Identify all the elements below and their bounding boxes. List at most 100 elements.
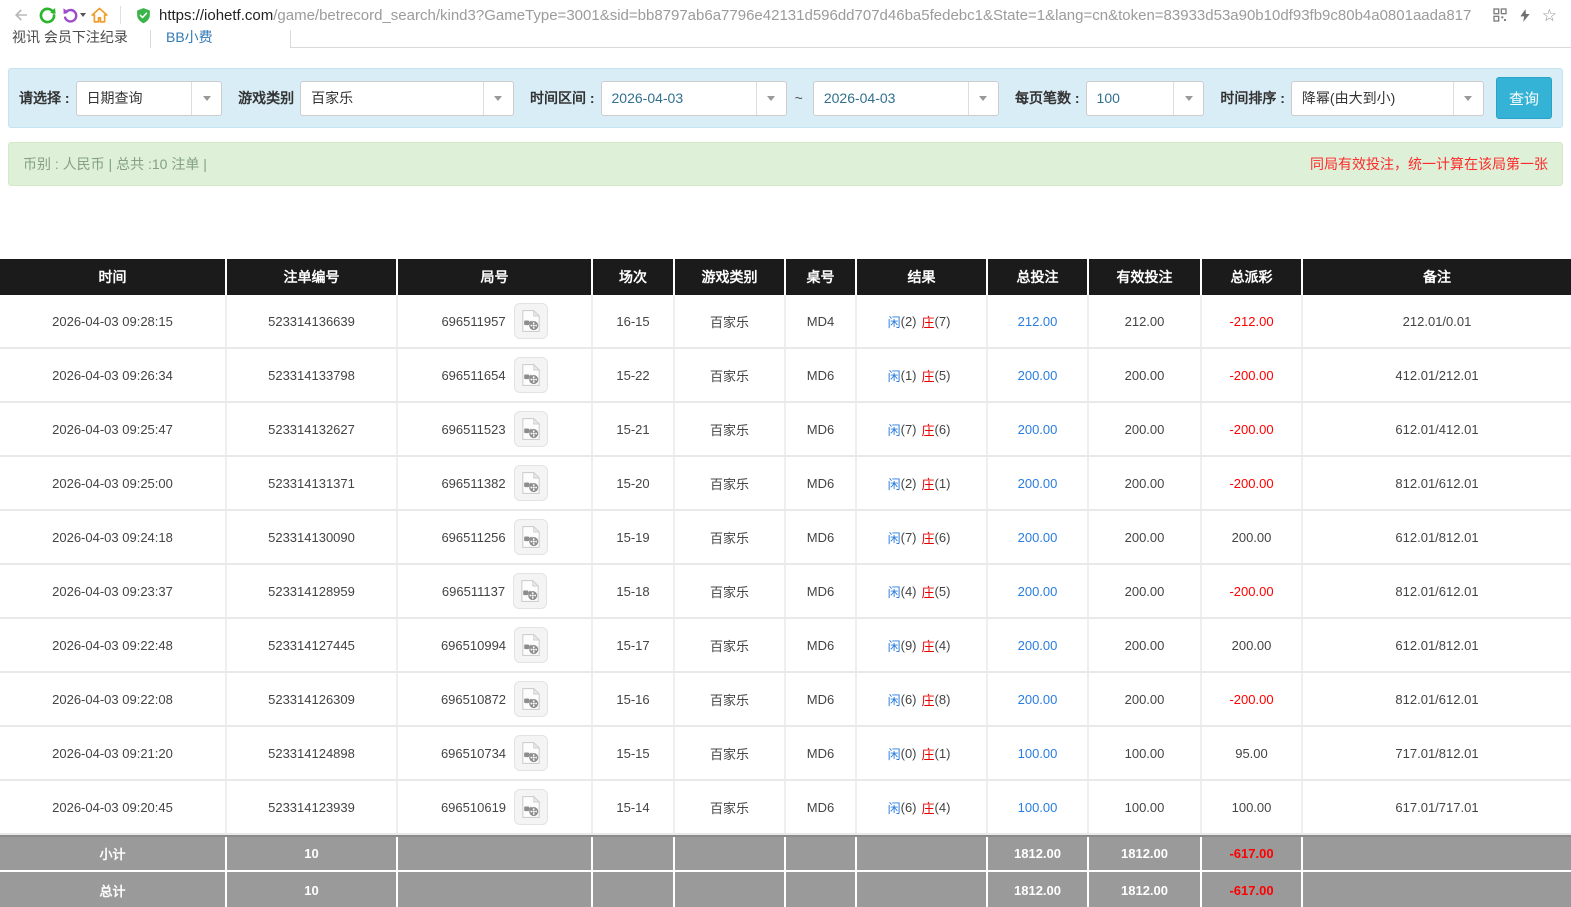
sort-order-select[interactable]: 降幂(由大到小) [1290, 80, 1484, 116]
result-player-label: 闲 [887, 314, 901, 330]
cell-total-bet[interactable]: 200.00 [988, 673, 1089, 725]
cell-remark: 812.01/612.01 [1395, 583, 1479, 599]
cell-round-number: 696510872 [398, 673, 593, 725]
chevron-down-icon[interactable] [755, 81, 786, 115]
cell-total-bet[interactable]: 200.00 [988, 565, 1089, 617]
cell-total-bet[interactable]: 200.00 [988, 511, 1089, 563]
video-replay-button[interactable] [514, 627, 549, 663]
cell-game-type: 百家乐 [675, 781, 786, 833]
cell-time: 2026-04-03 09:21:20 [0, 727, 227, 779]
video-replay-button[interactable] [513, 519, 548, 555]
cell-round-number: 696511957 [398, 295, 593, 347]
video-replay-button[interactable] [514, 735, 549, 771]
video-file-icon [521, 363, 540, 386]
result-player-label: 闲 [887, 746, 901, 762]
result-banker-label: 庄 [921, 530, 935, 546]
cell-remark: 612.01/812.01 [1395, 529, 1479, 545]
url-text[interactable]: https://iohetf.com/game/betrecord_search… [159, 7, 1484, 24]
date-from-input[interactable]: 2026-04-03 [600, 80, 787, 116]
result-player-label: 闲 [887, 476, 901, 492]
cell-payout: -200.00 [1202, 565, 1303, 617]
cell-total-bet[interactable]: 100.00 [988, 727, 1089, 779]
bet-records-table: 时间 注单编号 局号 场次 游戏类别 桌号 结果 总投注 有效投注 总派彩 备注 2026-04-0… [0, 259, 1571, 907]
video-replay-button[interactable] [514, 789, 549, 825]
video-replay-button[interactable] [513, 411, 548, 447]
cell-remark: 812.01/612.01 [1395, 475, 1479, 491]
date-from-value: 2026-04-03 [611, 90, 684, 106]
cell-total-bet[interactable]: 200.00 [988, 619, 1089, 671]
query-type-label: 请选择 : [19, 90, 70, 106]
cell-bet-id: 523314136639 [227, 295, 398, 347]
result-player-score: (7) [900, 529, 917, 545]
chevron-down-icon[interactable] [191, 81, 221, 115]
chevron-down-icon[interactable] [482, 81, 513, 115]
result-banker-score: (1) [934, 475, 951, 491]
video-replay-button[interactable] [514, 681, 549, 717]
undo-button[interactable] [60, 3, 86, 27]
cell-table-number: MD6 [786, 349, 857, 401]
page-size-select[interactable]: 100 [1085, 80, 1205, 116]
chevron-down-icon[interactable] [967, 81, 998, 115]
undo-dropdown-caret-icon[interactable] [79, 13, 86, 17]
tab-separator [290, 30, 291, 48]
cell-table-number: MD6 [786, 403, 857, 455]
bookmark-star-icon[interactable]: ☆ [1542, 7, 1557, 24]
chevron-down-icon[interactable] [1173, 81, 1203, 115]
search-button[interactable]: 查询 [1495, 77, 1552, 119]
refresh-button[interactable] [34, 3, 60, 27]
cell-table-number: MD6 [786, 457, 857, 509]
result-banker-label: 庄 [921, 800, 935, 816]
page-size-label: 每页笔数 : [1014, 90, 1080, 106]
cell-payout: -212.00 [1202, 295, 1303, 347]
cell-time: 2026-04-03 09:28:15 [0, 295, 227, 347]
cell-total-bet[interactable]: 212.00 [988, 295, 1089, 347]
result-player-label: 闲 [887, 584, 901, 600]
round-number: 696511654 [441, 367, 506, 383]
result-banker-score: (6) [934, 529, 951, 545]
date-to-input[interactable]: 2026-04-03 [812, 80, 999, 116]
cell-table-number: MD6 [786, 727, 857, 779]
url-domain: https://iohetf.com [159, 6, 274, 24]
column-header: 游戏类别 [675, 259, 786, 295]
chevron-down-icon[interactable] [1452, 81, 1483, 115]
table-row: 2026-04-03 09:23:37 523314128959 6965111… [0, 565, 1571, 619]
cell-round-number: 696511523 [398, 403, 593, 455]
tab-video-bet-records[interactable]: 视讯 会员下注纪录 [12, 30, 128, 48]
back-button[interactable] [8, 3, 34, 27]
cell-total-bet[interactable]: 200.00 [988, 349, 1089, 401]
address-bar[interactable]: https://iohetf.com/game/betrecord_search… [129, 2, 1563, 28]
cell-payout: 200.00 [1202, 619, 1303, 671]
table-header-row: 时间 注单编号 局号 场次 游戏类别 桌号 结果 总投注 有效投注 总派彩 备注 [0, 259, 1571, 295]
lightning-bolt-icon[interactable] [1518, 7, 1532, 24]
cell-valid-bet: 200.00 [1089, 565, 1202, 617]
video-replay-button[interactable] [513, 573, 548, 609]
home-button[interactable] [86, 3, 112, 27]
column-header: 总投注 [988, 259, 1089, 295]
video-replay-button[interactable] [513, 303, 548, 339]
tab-separator [150, 30, 151, 48]
cell-total-bet[interactable]: 200.00 [988, 457, 1089, 509]
game-type-select[interactable]: 百家乐 [300, 80, 514, 116]
date-to-value: 2026-04-03 [823, 90, 896, 106]
cell-session: 15-21 [593, 403, 675, 455]
tab-bb-tip[interactable]: BB小费 [166, 30, 213, 48]
video-replay-button[interactable] [513, 357, 548, 393]
round-number: 696510734 [440, 745, 507, 761]
cell-total-bet[interactable]: 200.00 [988, 403, 1089, 455]
result-banker-score: (5) [934, 583, 951, 599]
cell-game-type: 百家乐 [675, 511, 786, 563]
cell-remark: 412.01/212.01 [1395, 367, 1479, 383]
video-replay-button[interactable] [513, 465, 548, 501]
result-player-label: 闲 [887, 422, 901, 438]
qr-code-icon[interactable] [1492, 7, 1508, 23]
table-row: 2026-04-03 09:25:00 523314131371 6965113… [0, 457, 1571, 511]
cell-total-bet[interactable]: 100.00 [988, 781, 1089, 833]
cell-bet-id: 523314127445 [227, 619, 398, 671]
subtotal-count: 10 [227, 837, 398, 870]
query-type-select[interactable]: 日期查询 [75, 80, 223, 116]
cell-valid-bet: 200.00 [1089, 403, 1202, 455]
cell-valid-bet: 200.00 [1089, 511, 1202, 563]
cell-payout: 95.00 [1202, 727, 1303, 779]
browser-toolbar: https://iohetf.com/game/betrecord_search… [0, 0, 1571, 30]
video-file-icon [521, 525, 540, 548]
